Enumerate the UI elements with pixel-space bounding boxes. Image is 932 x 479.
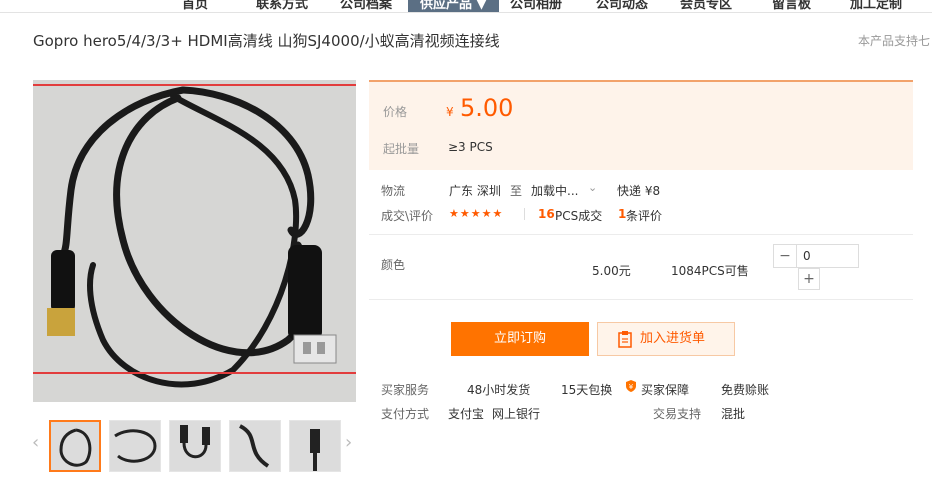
thumbnail-4[interactable] <box>229 420 281 472</box>
sold-count: 16 <box>538 207 555 221</box>
top-nav: 首页 联系方式 公司档案 供应产品 ▼ 公司相册 公司动态 会员专区 留言板 加… <box>0 0 932 13</box>
clipboard-icon <box>618 331 632 348</box>
divider <box>524 208 525 220</box>
ship-from: 广东 深圳 <box>449 184 501 198</box>
nav-item-contact[interactable]: 联系方式 <box>256 0 308 12</box>
ship-to-select[interactable]: 加载中... <box>531 182 578 199</box>
ship-to-word: 至 <box>510 184 523 198</box>
price-label: 价格 <box>383 105 408 119</box>
variant-price: 5.00元 <box>592 264 631 278</box>
hdmi-cable-image <box>33 80 356 402</box>
quantity-input[interactable]: 0 <box>797 244 859 268</box>
nav-item-products[interactable]: 供应产品 ▼ <box>408 0 499 12</box>
trade-support-label: 交易支持 <box>653 407 702 421</box>
price-currency: ¥ <box>446 105 454 119</box>
support-note: 本产品支持七 <box>858 34 931 48</box>
variant-stock: 1084PCS可售 <box>671 264 749 278</box>
payment-method: 支付宝 <box>448 407 485 421</box>
nav-item-news[interactable]: 公司动态 <box>596 0 648 12</box>
nav-item-custom[interactable]: 加工定制 <box>850 0 902 12</box>
chevron-left-icon[interactable]: ‹ <box>32 432 39 453</box>
moq-value: ≥3 PCS <box>448 140 493 154</box>
nav-item-album[interactable]: 公司相册 <box>510 0 562 12</box>
decrease-button[interactable]: − <box>773 244 797 268</box>
service-item: 买家保障 <box>641 383 690 397</box>
service-item: 48小时发货 <box>467 383 531 397</box>
thumbnail-strip: ‹ › <box>30 418 360 474</box>
shipping-fee: 快递 ¥8 <box>617 184 661 198</box>
add-to-cart-label: 加入进货单 <box>640 331 706 346</box>
sold-suffix: PCS成交 <box>555 209 603 223</box>
thumbnail-3[interactable] <box>169 420 221 472</box>
add-to-cart-button[interactable]: 加入进货单 <box>597 322 735 356</box>
reviews-label: 成交\评价 <box>381 209 434 223</box>
increase-button[interactable]: + <box>798 268 820 290</box>
nav-item-members[interactable]: 会员专区 <box>680 0 732 12</box>
chevron-down-icon[interactable]: ⌄ <box>588 181 597 194</box>
service-label: 买家服务 <box>381 383 430 397</box>
thumbnail-5[interactable] <box>289 420 341 472</box>
product-title: Gopro hero5/4/3/3+ HDMI高清线 山狗SJ4000/小蚁高清… <box>33 32 500 50</box>
payment-label: 支付方式 <box>381 407 430 421</box>
price-value: 5.00 <box>460 94 514 122</box>
nav-item-messages[interactable]: 留言板 <box>772 0 811 12</box>
trade-support-value: 混批 <box>721 407 746 421</box>
payment-method: 网上银行 <box>492 407 541 421</box>
moq-label: 起批量 <box>383 142 420 156</box>
nav-item-profile[interactable]: 公司档案 <box>340 0 392 12</box>
thumbnail-2[interactable] <box>109 420 161 472</box>
thumbnail-1[interactable] <box>49 420 101 472</box>
svg-text:¥: ¥ <box>629 383 634 391</box>
logistics-label: 物流 <box>381 184 406 198</box>
chevron-right-icon[interactable]: › <box>345 432 352 453</box>
service-item: 15天包换 <box>561 383 613 397</box>
divider <box>369 234 913 235</box>
review-suffix[interactable]: 条评价 <box>626 207 662 224</box>
nav-item-home[interactable]: 首页 <box>182 0 208 12</box>
divider <box>369 299 913 300</box>
order-now-button[interactable]: 立即订购 <box>451 322 589 356</box>
service-item: 免费赊账 <box>721 383 770 397</box>
product-main-image[interactable] <box>33 80 356 402</box>
price-panel <box>369 80 913 170</box>
shield-icon: ¥ <box>626 380 636 392</box>
color-label: 颜色 <box>381 258 406 272</box>
rating-stars-icon: ★★★★★ <box>449 207 504 220</box>
